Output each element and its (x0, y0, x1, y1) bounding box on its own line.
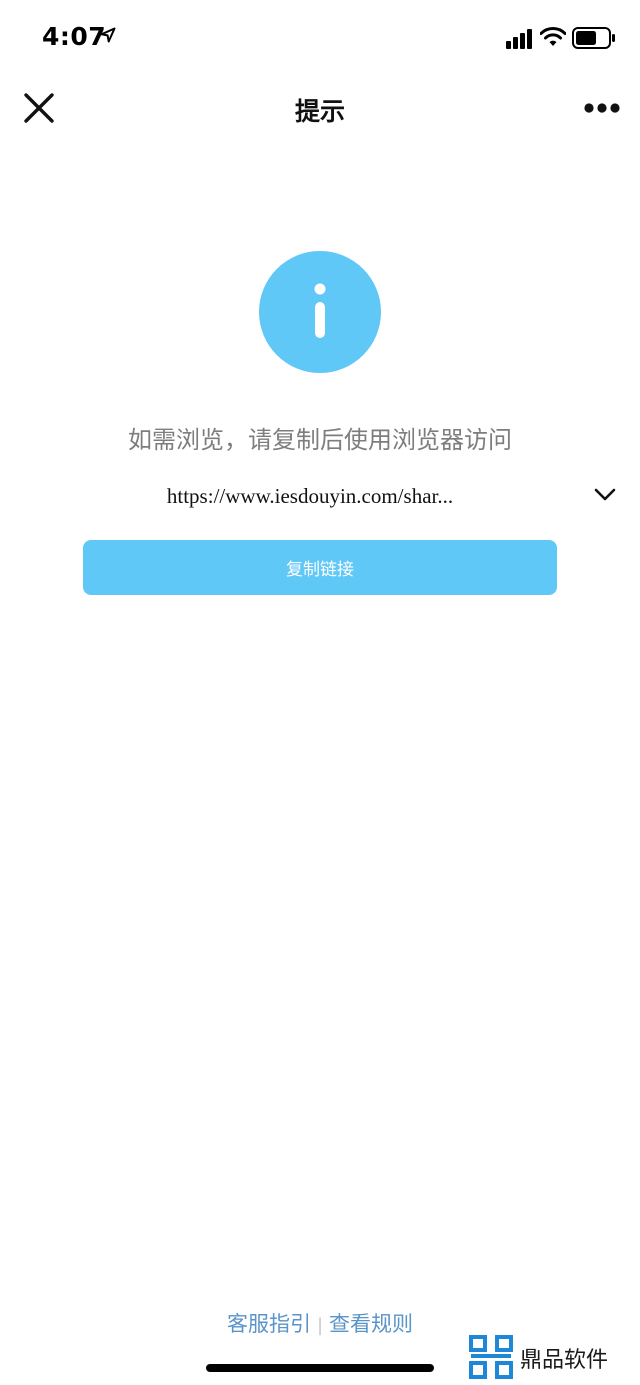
url-row[interactable]: https://www.iesdouyin.com/shar... (0, 478, 640, 518)
footer-separator: | (316, 1315, 324, 1336)
info-glyph-icon (314, 283, 326, 338)
info-icon (259, 251, 381, 373)
watermark-logo-icon (469, 1335, 513, 1379)
page-title: 提示 (294, 97, 345, 126)
watermark-text: 鼎品软件 (520, 1348, 609, 1373)
cellular-signal-icon (506, 29, 532, 49)
customer-service-guide-link[interactable]: 客服指引 (227, 1312, 311, 1336)
chevron-down-icon[interactable] (594, 488, 616, 502)
more-options-icon[interactable] (583, 101, 621, 115)
view-rules-link[interactable]: 查看规则 (329, 1312, 413, 1336)
status-time: 4:07 (42, 22, 107, 51)
navigation-bar: 提示 (0, 76, 640, 140)
wifi-icon (540, 27, 566, 46)
status-bar: 4:07 (0, 0, 640, 76)
location-arrow-icon (100, 27, 116, 43)
watermark: 鼎品软件 (468, 1334, 628, 1380)
battery-icon (572, 27, 615, 49)
copy-link-button[interactable]: 复制链接 (83, 540, 557, 595)
url-text: https://www.iesdouyin.com/shar... (166, 484, 454, 508)
instruction-message: 如需浏览，请复制后使用浏览器访问 (128, 426, 512, 454)
home-indicator[interactable] (206, 1364, 434, 1372)
